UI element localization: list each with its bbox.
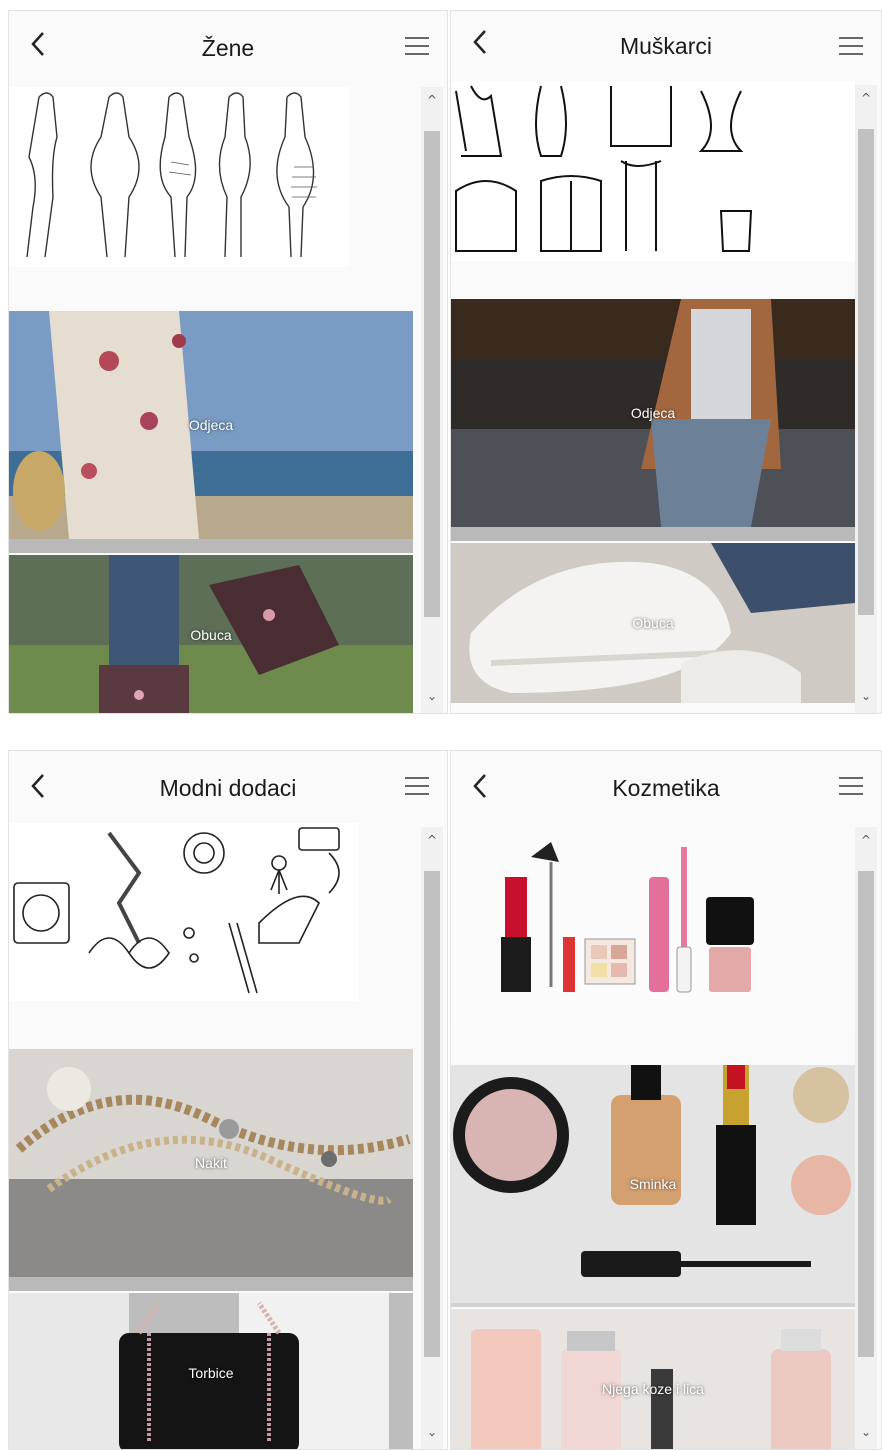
category-banner-sketch xyxy=(451,827,855,1027)
category-banner-sketch xyxy=(9,823,359,1001)
category-banner-sketch xyxy=(9,87,349,267)
category-photo xyxy=(451,1309,855,1449)
page-title: Žene xyxy=(201,35,255,61)
screen-accessories: Modni dodaci Nakit Torbice ^ ⌄ xyxy=(8,750,448,1450)
caret-up-icon[interactable]: ^ xyxy=(421,89,443,111)
page-title: Kozmetika xyxy=(612,775,720,801)
app-header: Muškarci xyxy=(451,11,881,81)
category-card-handbags[interactable]: Torbice xyxy=(9,1293,413,1449)
scrollbar[interactable]: ^ ⌄ xyxy=(855,85,877,713)
caret-up-icon[interactable]: ^ xyxy=(421,829,443,851)
category-list: Odjeca Obuca xyxy=(451,81,881,713)
category-label: Njega koze i lica xyxy=(602,1381,704,1397)
hamburger-menu-icon[interactable] xyxy=(839,37,863,57)
scrollbar-thumb[interactable] xyxy=(424,131,440,617)
accessories-sketch-image xyxy=(13,827,340,994)
category-banner-sketch xyxy=(451,81,855,261)
fashion-sketch-image xyxy=(26,92,317,258)
caret-up-icon[interactable]: ^ xyxy=(855,829,877,851)
category-card-clothing[interactable]: Odjeca xyxy=(451,299,855,527)
scrollbar[interactable]: ^ ⌄ xyxy=(421,827,443,1449)
divider xyxy=(451,1303,855,1307)
category-card-shoes[interactable]: Obuca xyxy=(451,543,855,703)
category-label: Torbice xyxy=(188,1365,234,1381)
category-list: Odjeca Obuca xyxy=(9,83,447,713)
scrollbar-thumb[interactable] xyxy=(858,129,874,615)
category-card-makeup[interactable]: Sminka xyxy=(451,1065,855,1303)
caret-down-icon[interactable]: ⌄ xyxy=(855,1421,877,1443)
category-card-skincare[interactable]: Njega koze i lica xyxy=(451,1309,855,1449)
hamburger-menu-icon[interactable] xyxy=(405,37,429,57)
hamburger-menu-icon[interactable] xyxy=(839,777,863,797)
screen-women: Žene Odjeca Obuca ^ ⌄ xyxy=(8,10,448,714)
category-label: Obuca xyxy=(632,615,674,631)
screen-men: Muškarci Odjeca Obuca ^ ⌄ xyxy=(450,10,882,714)
caret-up-icon[interactable]: ^ xyxy=(855,87,877,109)
category-label: Odjeca xyxy=(630,405,676,421)
chevron-left-icon[interactable] xyxy=(27,29,51,59)
category-list: Nakit Torbice xyxy=(9,823,447,1449)
chevron-left-icon[interactable] xyxy=(469,27,493,57)
category-card-clothing[interactable]: Odjeca xyxy=(9,311,413,539)
scrollbar-thumb[interactable] xyxy=(424,871,440,1357)
chevron-left-icon[interactable] xyxy=(27,771,51,801)
scrollbar[interactable]: ^ ⌄ xyxy=(421,87,443,713)
menswear-sketch-image xyxy=(455,85,753,252)
divider xyxy=(9,539,413,553)
screen-cosmetics: Kozmetika Sminka Njega koze i lica ^ ⌄ xyxy=(450,750,882,1450)
hamburger-menu-icon[interactable] xyxy=(405,777,429,797)
chevron-left-icon[interactable] xyxy=(469,771,493,801)
scrollbar-thumb[interactable] xyxy=(858,871,874,1357)
caret-down-icon[interactable]: ⌄ xyxy=(421,685,443,707)
divider xyxy=(451,527,855,541)
cosmetics-sketch-image xyxy=(501,842,754,993)
category-card-jewelry[interactable]: Nakit xyxy=(9,1049,413,1277)
app-header: Modni dodaci xyxy=(9,751,447,823)
caret-down-icon[interactable]: ⌄ xyxy=(421,1421,443,1443)
scrollbar[interactable]: ^ ⌄ xyxy=(855,827,877,1449)
category-label: Sminka xyxy=(629,1176,677,1192)
divider xyxy=(9,1277,413,1291)
app-header: Žene xyxy=(9,11,447,83)
category-card-shoes[interactable]: Obuca xyxy=(9,555,413,713)
category-label: Obuca xyxy=(190,627,232,643)
category-label: Odjeca xyxy=(188,417,234,433)
page-title: Muškarci xyxy=(619,33,712,59)
category-label: Nakit xyxy=(195,1155,227,1171)
app-header: Kozmetika xyxy=(451,751,881,823)
category-list: Sminka Njega koze i lica xyxy=(451,823,881,1449)
page-title: Modni dodaci xyxy=(159,775,297,801)
caret-down-icon[interactable]: ⌄ xyxy=(855,685,877,707)
